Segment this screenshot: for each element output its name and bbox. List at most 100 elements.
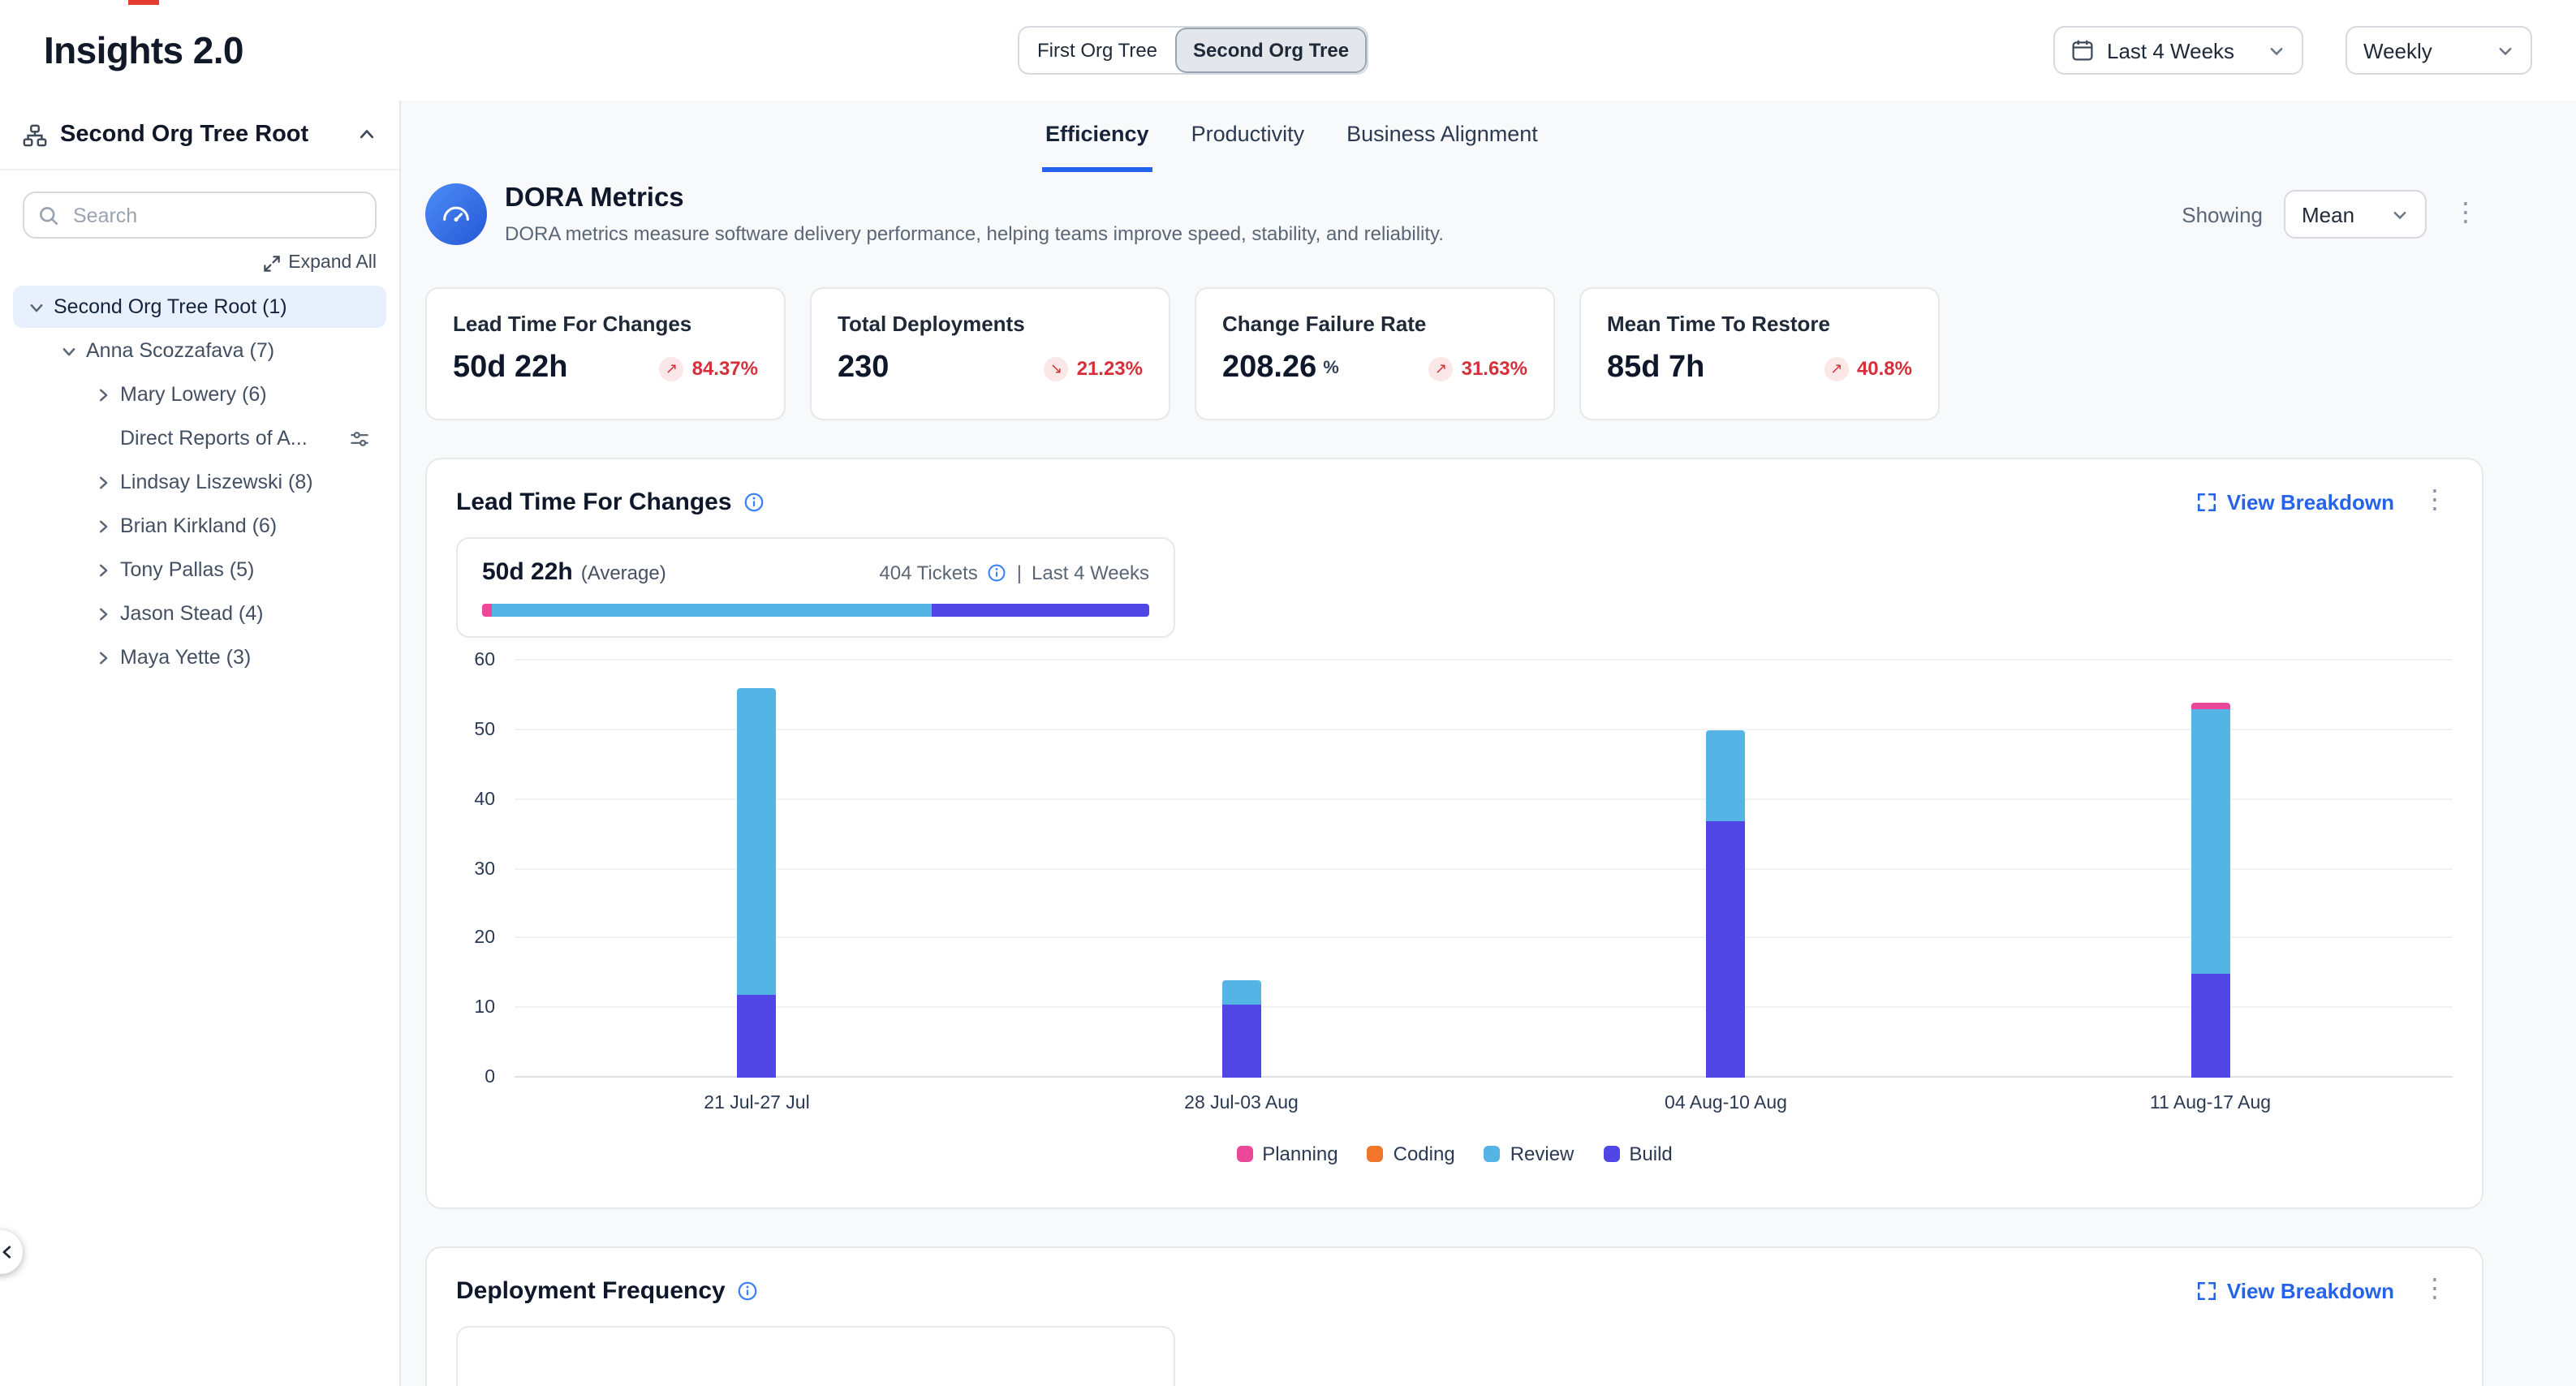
legend-label: Planning — [1262, 1143, 1338, 1165]
y-tick-label: 40 — [474, 790, 495, 809]
legend-label: Coding — [1394, 1143, 1455, 1165]
tab-productivity[interactable]: Productivity — [1188, 101, 1308, 172]
legend-item-planning: Planning — [1236, 1143, 1338, 1165]
tree-item-label: Brian Kirkland (6) — [120, 514, 277, 537]
legend-item-review: Review — [1484, 1143, 1574, 1165]
top-bar: Insights 2.0 First Org TreeSecond Org Tr… — [0, 0, 2576, 101]
granularity-select[interactable]: Weekly — [2346, 26, 2532, 75]
info-icon[interactable] — [737, 1280, 758, 1301]
bar-segment-review — [738, 688, 777, 994]
date-range-value: Last 4 Weeks — [2107, 38, 2234, 62]
tree-item[interactable]: Mary Lowery (6) — [13, 373, 386, 415]
bar-segment-build — [1707, 820, 1746, 1078]
tree-item[interactable]: Maya Yette (3) — [13, 636, 386, 678]
plot-area — [515, 661, 2453, 1078]
legend-swatch — [1236, 1146, 1252, 1162]
chevron-right-icon[interactable] — [89, 644, 115, 670]
tree-item[interactable]: Brian Kirkland (6) — [13, 505, 386, 547]
metric-value-row: 50d 22h↗84.37% — [453, 351, 758, 386]
tree-item[interactable]: Lindsay Liszewski (8) — [13, 461, 386, 503]
expand-all-button[interactable]: Expand All — [23, 253, 377, 273]
org-toggle-first-org-tree[interactable]: First Org Tree — [1019, 28, 1175, 73]
search-input[interactable] — [23, 192, 377, 239]
tree-item-label: Maya Yette (3) — [120, 646, 251, 669]
metric-card: Mean Time To Restore85d 7h↗40.8% — [1579, 287, 1940, 420]
tree-item-label: Anna Scozzafava (7) — [86, 339, 274, 362]
kebab-menu-icon[interactable]: ⋮ — [2417, 489, 2453, 514]
trend-badge: ↘21.23% — [1045, 356, 1143, 381]
metric-card-value: 208.26 — [1222, 351, 1316, 386]
metric-value-row: 85d 7h↗40.8% — [1607, 351, 1912, 386]
bar-04-aug-10-aug[interactable] — [1707, 730, 1746, 1078]
stack-bar-segment-build — [933, 604, 1149, 617]
view-breakdown-button[interactable]: View Breakdown — [2196, 1278, 2394, 1302]
sidebar-title: Second Org Tree Root — [60, 122, 344, 148]
main-tabs: Efficiency Productivity Business Alignment — [1042, 101, 1541, 172]
chevron-right-icon[interactable] — [89, 513, 115, 539]
tree-item[interactable]: Second Org Tree Root (1) — [13, 286, 386, 328]
metric-value-row: 208.26% ↗31.63% — [1222, 351, 1527, 386]
expand-all-label: Expand All — [288, 253, 377, 273]
metric-value-row: 230↘21.23% — [838, 351, 1143, 386]
chevron-right-icon[interactable] — [89, 600, 115, 626]
trend-down-icon: ↘ — [1045, 356, 1069, 381]
view-breakdown-button[interactable]: View Breakdown — [2196, 489, 2394, 514]
chevron-right-icon[interactable] — [89, 381, 115, 407]
showing-value: Mean — [2302, 202, 2354, 226]
trend-badge: ↗ 84.37% — [660, 356, 758, 381]
kebab-menu-icon[interactable]: ⋮ — [2448, 201, 2483, 227]
bar-segment-planning — [2191, 702, 2230, 709]
kebab-menu-icon[interactable]: ⋮ — [2417, 1277, 2453, 1303]
legend-swatch — [1603, 1146, 1619, 1162]
bar-segment-review — [1707, 730, 1746, 820]
x-tick-label: 04 Aug-10 Aug — [1484, 1094, 1968, 1113]
sliders-icon[interactable] — [349, 428, 370, 449]
date-range-select[interactable]: Last 4 Weeks — [2053, 26, 2303, 75]
info-icon[interactable] — [988, 562, 1007, 582]
trend-up-icon: ↗ — [660, 356, 684, 381]
trend-value: 84.37% — [692, 357, 758, 380]
tree-item[interactable]: Anna Scozzafava (7) — [13, 329, 386, 372]
org-toggle-second-org-tree[interactable]: Second Org Tree — [1175, 28, 1367, 73]
tree-item[interactable]: Jason Stead (4) — [13, 592, 386, 635]
view-breakdown-label: View Breakdown — [2227, 489, 2394, 514]
bar-11-aug-17-aug[interactable] — [2191, 702, 2230, 1078]
metric-card-title: Change Failure Rate — [1222, 312, 1527, 336]
tab-efficiency[interactable]: Efficiency — [1042, 101, 1152, 172]
bar-segment-review — [2191, 709, 2230, 974]
summary-value: 50d 22h — [482, 558, 573, 586]
info-icon[interactable] — [743, 491, 765, 512]
chevron-right-icon[interactable] — [89, 557, 115, 583]
metric-card: Total Deployments 230↘21.23% — [810, 287, 1170, 420]
trend-badge: ↗31.63% — [1429, 356, 1527, 381]
showing-label: Showing — [2182, 202, 2263, 226]
bar-21-jul-27-jul[interactable] — [738, 688, 777, 1078]
bar-segment-build — [738, 994, 777, 1078]
bar-column — [999, 661, 1484, 1078]
chevron-right-icon[interactable] — [89, 469, 115, 495]
bar-28-jul-03-aug[interactable] — [1222, 980, 1261, 1078]
deployment-summary — [456, 1326, 1175, 1386]
showing-select[interactable]: Mean — [2284, 190, 2427, 239]
tree-item[interactable]: Direct Reports of A... — [13, 417, 386, 459]
metric-card: Lead Time For Changes50d 22h↗84.37% — [425, 287, 786, 420]
chevron-down-icon[interactable] — [23, 294, 49, 320]
chevron-down-icon — [2391, 205, 2409, 223]
granularity-value: Weekly — [2363, 38, 2432, 62]
sidebar-header: Second Org Tree Root — [0, 101, 399, 170]
tree-item-label: Lindsay Liszewski (8) — [120, 471, 313, 493]
metric-card-unit: % — [1323, 359, 1339, 378]
tab-business-alignment[interactable]: Business Alignment — [1343, 101, 1541, 172]
metric-card-value: 85d 7h — [1607, 351, 1704, 386]
main-content: Efficiency Productivity Business Alignment… — [401, 101, 2576, 1386]
dora-description: DORA metrics measure software delivery p… — [505, 222, 1444, 245]
lead-time-section: Lead Time For Changes View Breakdown ⋮ 5… — [425, 458, 2483, 1209]
deployment-frequency-section: Deployment Frequency View Breakdown ⋮ — [425, 1246, 2483, 1386]
metric-card-title: Total Deployments — [838, 312, 1143, 336]
chevron-up-icon[interactable] — [357, 125, 377, 144]
expand-icon — [2196, 1280, 2217, 1301]
chevron-down-icon[interactable] — [55, 338, 81, 364]
tree-item[interactable]: Tony Pallas (5) — [13, 549, 386, 591]
y-tick-label: 50 — [474, 721, 495, 740]
org-tree-icon — [23, 123, 47, 147]
